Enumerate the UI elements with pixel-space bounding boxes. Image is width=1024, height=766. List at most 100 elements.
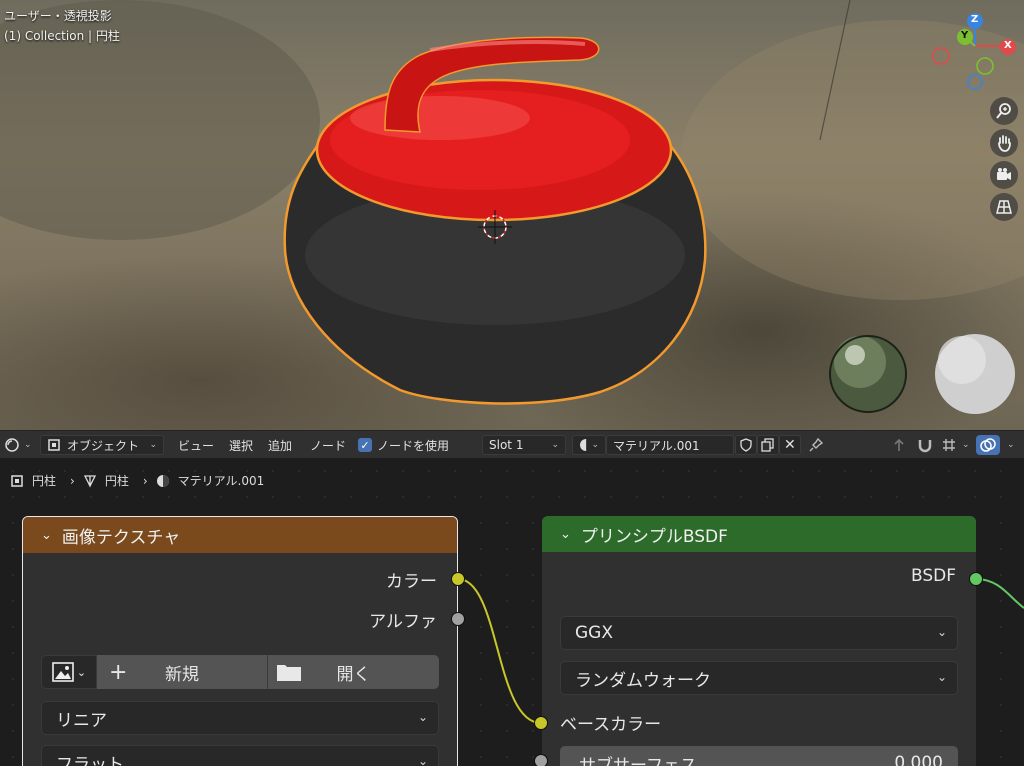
projection-value: フラット bbox=[56, 754, 124, 766]
view-mode-label: ユーザー・透視投影 bbox=[4, 9, 112, 23]
principled-bsdf-node-header[interactable]: ⌄ プリンシプルBSDF bbox=[542, 516, 976, 552]
interpolation-dropdown[interactable]: リニア ⌄ bbox=[41, 701, 439, 735]
node-editor-icon bbox=[5, 438, 19, 452]
open-image-label: 開く bbox=[336, 664, 371, 685]
gizmo-y-label: Y bbox=[961, 30, 969, 41]
chevron-down-icon: ⌄ bbox=[417, 710, 428, 724]
snap-target-dropdown[interactable]: ⌄ bbox=[940, 435, 970, 455]
alpha-output-socket[interactable] bbox=[451, 612, 465, 626]
image-texture-node-header[interactable]: ⌄ 画像テクスチャ bbox=[23, 517, 457, 553]
scene-render bbox=[0, 0, 1024, 414]
slot-label: Slot 1 bbox=[489, 438, 524, 452]
subsurface-method-dropdown[interactable]: ランダムウォーク ⌄ bbox=[560, 661, 958, 695]
parent-node-tree-button[interactable] bbox=[890, 435, 908, 455]
material-browse-button[interactable]: ⌄ bbox=[572, 435, 606, 455]
chevron-down-icon: ⌄ bbox=[591, 440, 599, 450]
image-browse-button[interactable]: ⌄ bbox=[41, 655, 97, 689]
overlay-toggle-button[interactable] bbox=[976, 435, 1000, 455]
base-color-input-label: ベースカラー bbox=[560, 715, 662, 735]
menu-select[interactable]: 選択 bbox=[229, 435, 253, 455]
image-icon bbox=[52, 662, 74, 682]
color-output-socket[interactable] bbox=[451, 572, 465, 586]
collapse-chevron-icon[interactable]: ⌄ bbox=[41, 528, 52, 543]
camera-icon bbox=[997, 168, 1011, 180]
checkmark-icon: ✓ bbox=[358, 438, 372, 452]
new-image-button[interactable]: + 新規 bbox=[97, 655, 267, 689]
gizmo-z-label: Z bbox=[971, 14, 979, 25]
material-name: マテリアル.001 bbox=[613, 438, 700, 453]
chevron-down-icon: ⌄ bbox=[24, 440, 32, 450]
subsurface-value: 0.000 bbox=[894, 753, 943, 766]
pan-button[interactable] bbox=[990, 129, 1018, 157]
subsurface-input-socket[interactable] bbox=[534, 754, 548, 766]
camera-view-button[interactable] bbox=[990, 161, 1018, 189]
link-color-to-basecolor bbox=[457, 578, 542, 724]
chevron-down-icon: ⌄ bbox=[936, 625, 947, 639]
material-name-field[interactable]: マテリアル.001 bbox=[606, 435, 734, 455]
object-mode-dropdown[interactable]: オブジェクト ⌄ bbox=[40, 435, 164, 455]
arrow-up-icon bbox=[894, 438, 904, 451]
menu-add[interactable]: 追加 bbox=[268, 435, 292, 455]
plus-icon: + bbox=[109, 659, 128, 685]
overlay-dropdown[interactable]: ⌄ bbox=[1003, 435, 1015, 455]
menu-view[interactable]: ビュー bbox=[178, 435, 214, 455]
projection-dropdown[interactable]: フラット ⌄ bbox=[41, 745, 439, 766]
magnet-icon bbox=[918, 440, 932, 453]
node-editor-header: ⌄ オブジェクト ⌄ ビュー 選択 追加 ノード ✓ ノードを使用 Slot 1… bbox=[0, 430, 1024, 458]
new-image-label: 新規 bbox=[165, 664, 199, 685]
subsurface-method-value: ランダムウォーク bbox=[575, 670, 711, 691]
fake-user-button[interactable] bbox=[735, 435, 757, 455]
chevron-down-icon: ⌄ bbox=[962, 440, 970, 450]
grid-perspective-icon bbox=[996, 200, 1012, 214]
folder-icon bbox=[277, 665, 301, 681]
snap-grid-icon bbox=[943, 439, 955, 451]
chevron-down-icon: ⌄ bbox=[417, 754, 428, 766]
image-texture-node[interactable]: ⌄ 画像テクスチャ カラー アルファ ⌄ + 新規 開く リニア ⌄ フラット bbox=[22, 516, 458, 766]
image-texture-title: 画像テクスチャ bbox=[61, 527, 181, 548]
hdri-preview-sphere bbox=[829, 335, 907, 413]
chevron-down-icon: ⌄ bbox=[76, 665, 87, 679]
subsurface-label: サブサーフェス bbox=[579, 755, 697, 766]
color-output-label: カラー bbox=[386, 572, 437, 592]
duplicate-material-button[interactable] bbox=[757, 435, 779, 455]
chevron-down-icon: ⌄ bbox=[149, 440, 157, 450]
use-nodes-label: ノードを使用 bbox=[377, 438, 450, 453]
gizmo-x-label: X bbox=[1004, 40, 1012, 51]
object-mode-label: オブジェクト bbox=[67, 438, 140, 453]
editor-type-button[interactable]: ⌄ bbox=[4, 435, 32, 455]
collapse-chevron-icon[interactable]: ⌄ bbox=[560, 527, 571, 542]
unlink-material-button[interactable]: ✕ bbox=[779, 435, 801, 455]
collection-label: (1) Collection | 円柱 bbox=[4, 29, 120, 43]
base-color-input-socket[interactable] bbox=[534, 716, 548, 730]
principled-bsdf-node[interactable]: ⌄ プリンシプルBSDF BSDF GGX ⌄ ランダムウォーク ⌄ ベースカラ… bbox=[542, 516, 976, 766]
3d-viewport[interactable]: ユーザー・透視投影 (1) Collection | 円柱 Z Y X bbox=[0, 0, 1024, 430]
principled-bsdf-title: プリンシプルBSDF bbox=[580, 526, 728, 547]
object-icon bbox=[48, 439, 60, 451]
shield-icon bbox=[740, 438, 752, 452]
zoom-button[interactable] bbox=[990, 97, 1018, 125]
node-editor-canvas[interactable]: 円柱 › 円柱 › マテリアル.001 ⌄ 画像テクスチャ カラー アルファ ⌄… bbox=[0, 458, 1024, 766]
material-preview-sphere bbox=[935, 334, 1015, 414]
bsdf-output-label: BSDF bbox=[910, 566, 956, 586]
chevron-down-icon: ⌄ bbox=[936, 670, 947, 684]
copy-icon bbox=[761, 438, 774, 452]
open-image-button[interactable]: 開く bbox=[267, 655, 439, 689]
menu-node[interactable]: ノード bbox=[310, 435, 346, 455]
link-bsdf-out bbox=[975, 578, 1024, 609]
chevron-down-icon: ⌄ bbox=[1007, 440, 1015, 450]
slot-dropdown[interactable]: Slot 1 ⌄ bbox=[482, 435, 566, 455]
zoom-icon bbox=[996, 103, 1011, 119]
use-nodes-checkbox[interactable]: ✓ ノードを使用 bbox=[358, 435, 449, 455]
subsurface-slider[interactable]: サブサーフェス 0.000 bbox=[560, 746, 958, 766]
image-selector: ⌄ + 新規 開く bbox=[41, 655, 439, 689]
bsdf-output-socket[interactable] bbox=[969, 572, 983, 586]
distribution-value: GGX bbox=[575, 623, 613, 643]
pin-button[interactable] bbox=[808, 435, 824, 455]
material-sphere-icon bbox=[580, 439, 588, 451]
alpha-output-label: アルファ bbox=[369, 612, 437, 632]
chevron-down-icon: ⌄ bbox=[551, 440, 559, 450]
distribution-dropdown[interactable]: GGX ⌄ bbox=[560, 616, 958, 650]
perspective-toggle-button[interactable] bbox=[990, 193, 1018, 221]
snap-toggle-button[interactable] bbox=[916, 435, 934, 455]
pin-icon bbox=[809, 437, 824, 452]
